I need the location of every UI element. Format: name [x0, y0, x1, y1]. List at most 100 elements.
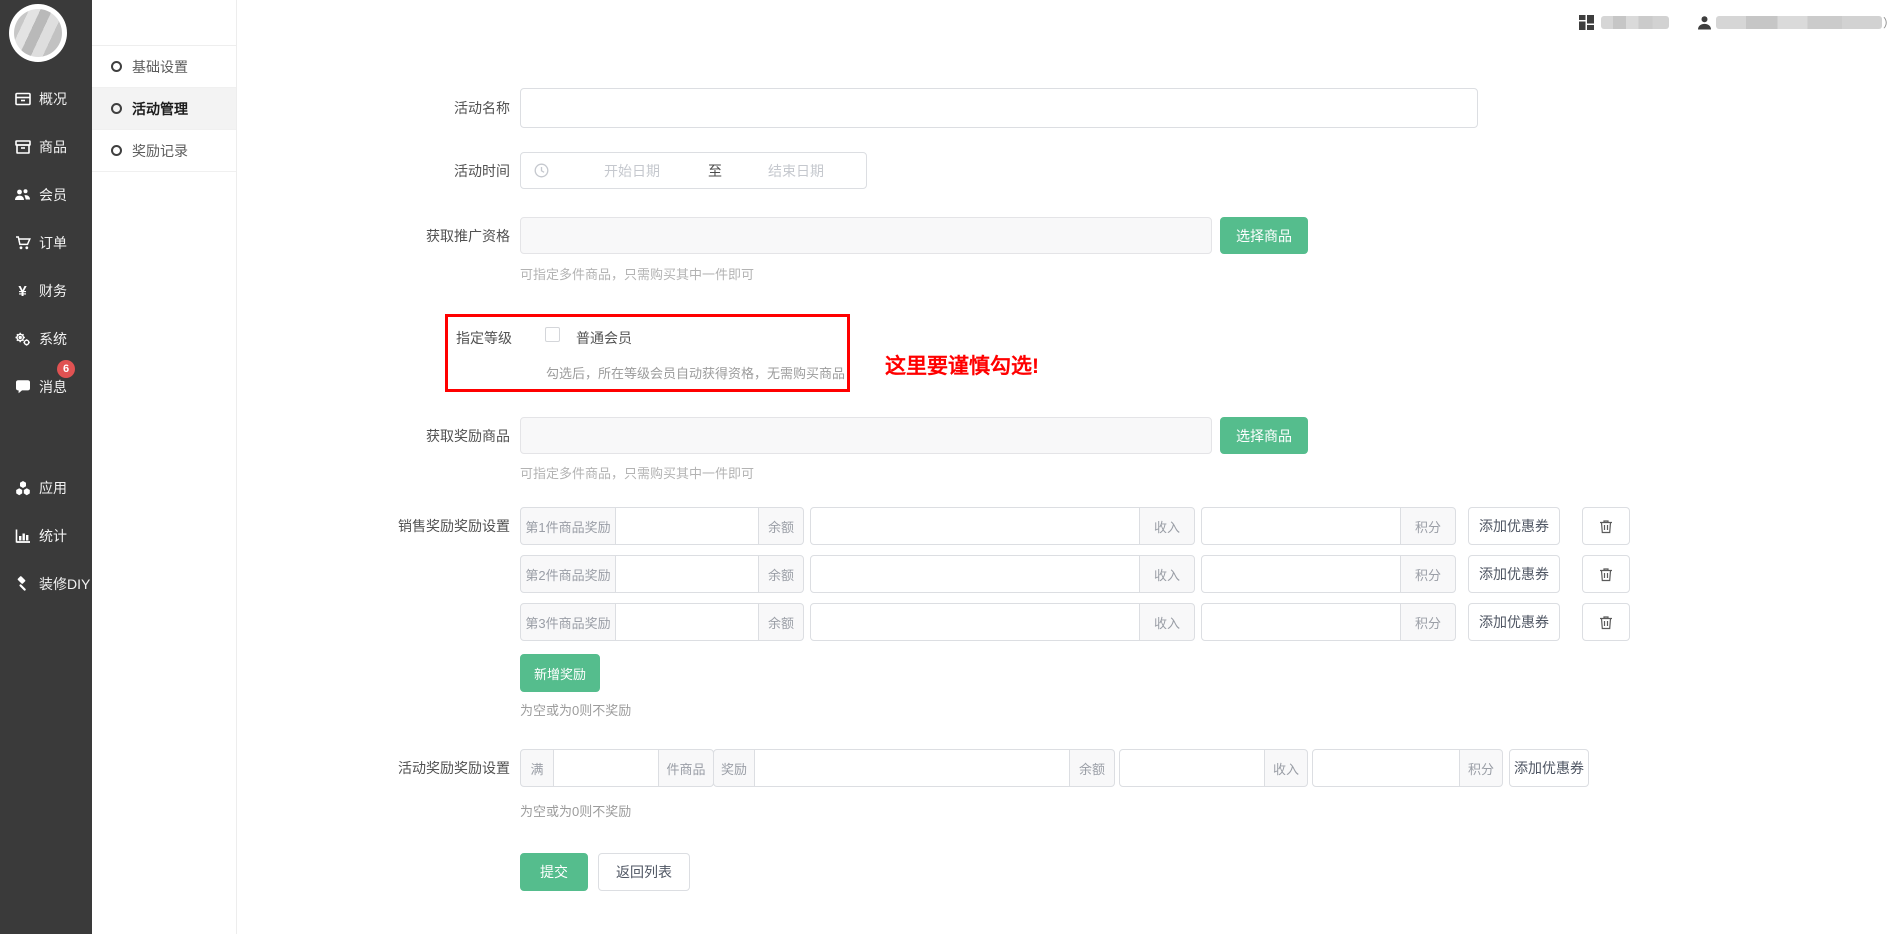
- start-date-placeholder[interactable]: 开始日期: [604, 161, 660, 181]
- submenu-item-label: 基础设置: [132, 57, 188, 77]
- grid-icon[interactable]: [1578, 14, 1595, 31]
- sales-empty-hint: 为空或为0则不奖励: [520, 700, 631, 719]
- add-coupon-button[interactable]: 添加优惠券: [1468, 603, 1560, 641]
- level-section: 指定等级 普通会员 勾选后，所在等级会员自动获得资格，无需购买商品 这里要谨慎勾…: [445, 314, 850, 392]
- points-unit-addon: 积分: [1400, 603, 1456, 641]
- sidebar-item-goods[interactable]: 商品: [0, 123, 92, 171]
- overview-icon: [14, 91, 31, 108]
- clock-icon: [534, 163, 549, 178]
- points-amount-input[interactable]: [1201, 507, 1401, 545]
- income-amount-input[interactable]: [1119, 749, 1265, 787]
- sidebar: 概况 商品 会员 订单 ¥ 财务: [0, 0, 92, 934]
- promo-goods-input[interactable]: [520, 217, 1212, 254]
- income-amount-input[interactable]: [810, 603, 1140, 641]
- points-unit-addon: 积分: [1459, 749, 1503, 787]
- submit-button[interactable]: 提交: [520, 853, 588, 891]
- promo-hint-text: 可指定多件商品，只需购买其中一件即可: [520, 264, 754, 283]
- delete-row-button[interactable]: [1582, 603, 1630, 641]
- select-goods-button[interactable]: 选择商品: [1220, 417, 1308, 454]
- sidebar-item-system[interactable]: 系统: [0, 315, 92, 363]
- activity-reward-label: 活动奖励奖励设置: [380, 758, 510, 778]
- sidebar-item-label: 会员: [39, 185, 67, 205]
- form-actions-row: 提交 返回列表: [380, 853, 690, 891]
- delete-row-button[interactable]: [1582, 507, 1630, 545]
- level-label: 指定等级: [454, 328, 512, 348]
- redacted-user-name[interactable]: [1716, 16, 1882, 29]
- sidebar-item-label: 概况: [39, 89, 67, 109]
- submenu-item-reward-records[interactable]: 奖励记录: [92, 130, 236, 172]
- select-goods-button[interactable]: 选择商品: [1220, 217, 1308, 254]
- delete-row-button[interactable]: [1582, 555, 1630, 593]
- sidebar-item-finance[interactable]: ¥ 财务: [0, 267, 92, 315]
- members-icon: [14, 187, 31, 204]
- activity-name-input[interactable]: [520, 88, 1478, 128]
- balance-amount-input[interactable]: [615, 507, 759, 545]
- goods-count-input[interactable]: [553, 749, 659, 787]
- sidebar-item-label: 消息: [39, 377, 67, 397]
- add-coupon-button[interactable]: 添加优惠券: [1509, 749, 1589, 787]
- promo-qualification-row: 获取推广资格 选择商品: [380, 217, 1308, 254]
- sidebar-item-decorate[interactable]: 装修DIY: [0, 560, 92, 608]
- reward-goods-input[interactable]: [520, 417, 1212, 454]
- level-option-label[interactable]: 普通会员: [576, 328, 632, 348]
- goods-icon: [14, 139, 31, 156]
- sidebar-item-label: 系统: [39, 329, 67, 349]
- points-amount-input[interactable]: [1201, 603, 1401, 641]
- sidebar-nav-main: 概况 商品 会员 订单 ¥ 财务: [0, 75, 92, 411]
- level-checkbox[interactable]: [545, 327, 560, 342]
- sidebar-item-messages[interactable]: 消息 6: [0, 363, 92, 411]
- redacted-shop-name[interactable]: [1601, 16, 1669, 29]
- submenu-list: 基础设置 活动管理 奖励记录: [92, 45, 236, 172]
- sidebar-item-orders[interactable]: 订单: [0, 219, 92, 267]
- radio-circle-icon: [111, 61, 122, 72]
- reward-addon: 奖励: [713, 749, 755, 787]
- balance-amount-input[interactable]: [615, 603, 759, 641]
- end-date-placeholder[interactable]: 结束日期: [768, 161, 824, 181]
- red-annotation-box: 指定等级 普通会员 勾选后，所在等级会员自动获得资格，无需购买商品: [445, 314, 850, 392]
- sidebar-item-overview[interactable]: 概况: [0, 75, 92, 123]
- back-to-list-button[interactable]: 返回列表: [598, 853, 690, 891]
- income-unit-addon: 收入: [1139, 507, 1195, 545]
- balance-amount-input[interactable]: [754, 749, 1070, 787]
- full-addon: 满: [520, 749, 554, 787]
- sidebar-item-label: 财务: [39, 281, 67, 301]
- income-amount-input[interactable]: [810, 555, 1140, 593]
- balance-amount-input[interactable]: [615, 555, 759, 593]
- sales-reward-group: 第2件商品奖励 余额 收入 积分 添加优惠券: [520, 555, 1630, 593]
- reward-goods-row: 获取奖励商品 选择商品: [380, 417, 1308, 454]
- add-reward-row: 新增奖励: [380, 654, 600, 692]
- balance-unit-addon: 余额: [1069, 749, 1115, 787]
- sales-reward-row: 销售奖励奖励设置 第1件商品奖励 余额 收入 积分 添加优惠券: [380, 507, 1630, 545]
- decorate-icon: [14, 576, 31, 593]
- add-coupon-button[interactable]: 添加优惠券: [1468, 507, 1560, 545]
- sidebar-item-apps[interactable]: 应用: [0, 464, 92, 512]
- points-unit-addon: 积分: [1400, 555, 1456, 593]
- messages-icon: [14, 379, 31, 396]
- balance-unit-addon: 余额: [758, 603, 804, 641]
- sales-reward-group: 第3件商品奖励 余额 收入 积分 添加优惠券: [520, 603, 1630, 641]
- sidebar-item-label: 商品: [39, 137, 67, 157]
- trash-icon: [1599, 615, 1613, 630]
- orders-icon: [14, 235, 31, 252]
- avatar[interactable]: [9, 4, 67, 62]
- submenu-item-label: 奖励记录: [132, 141, 188, 161]
- add-coupon-button[interactable]: 添加优惠券: [1468, 555, 1560, 593]
- sales-reward-group: 第1件商品奖励 余额 收入 积分 添加优惠券: [520, 507, 1630, 545]
- annotation-text: 这里要谨慎勾选!: [885, 350, 1039, 380]
- points-amount-input[interactable]: [1312, 749, 1460, 787]
- add-reward-button[interactable]: 新增奖励: [520, 654, 600, 692]
- activity-empty-hint: 为空或为0则不奖励: [520, 801, 631, 820]
- date-range-input[interactable]: 开始日期 至 结束日期: [520, 152, 867, 189]
- submenu-item-basic-settings[interactable]: 基础设置: [92, 46, 236, 88]
- submenu-item-activity-management[interactable]: 活动管理: [92, 88, 236, 130]
- income-amount-input[interactable]: [810, 507, 1140, 545]
- sidebar-item-members[interactable]: 会员: [0, 171, 92, 219]
- submenu-item-label: 活动管理: [132, 99, 188, 119]
- points-amount-input[interactable]: [1201, 555, 1401, 593]
- sidebar-item-stats[interactable]: 统计: [0, 512, 92, 560]
- sidebar-item-label: 订单: [39, 233, 67, 253]
- sales-reward-row: 第2件商品奖励 余额 收入 积分 添加优惠券: [380, 555, 1630, 593]
- date-range-separator: 至: [708, 161, 722, 181]
- user-icon[interactable]: [1697, 15, 1712, 31]
- income-unit-addon: 收入: [1264, 749, 1308, 787]
